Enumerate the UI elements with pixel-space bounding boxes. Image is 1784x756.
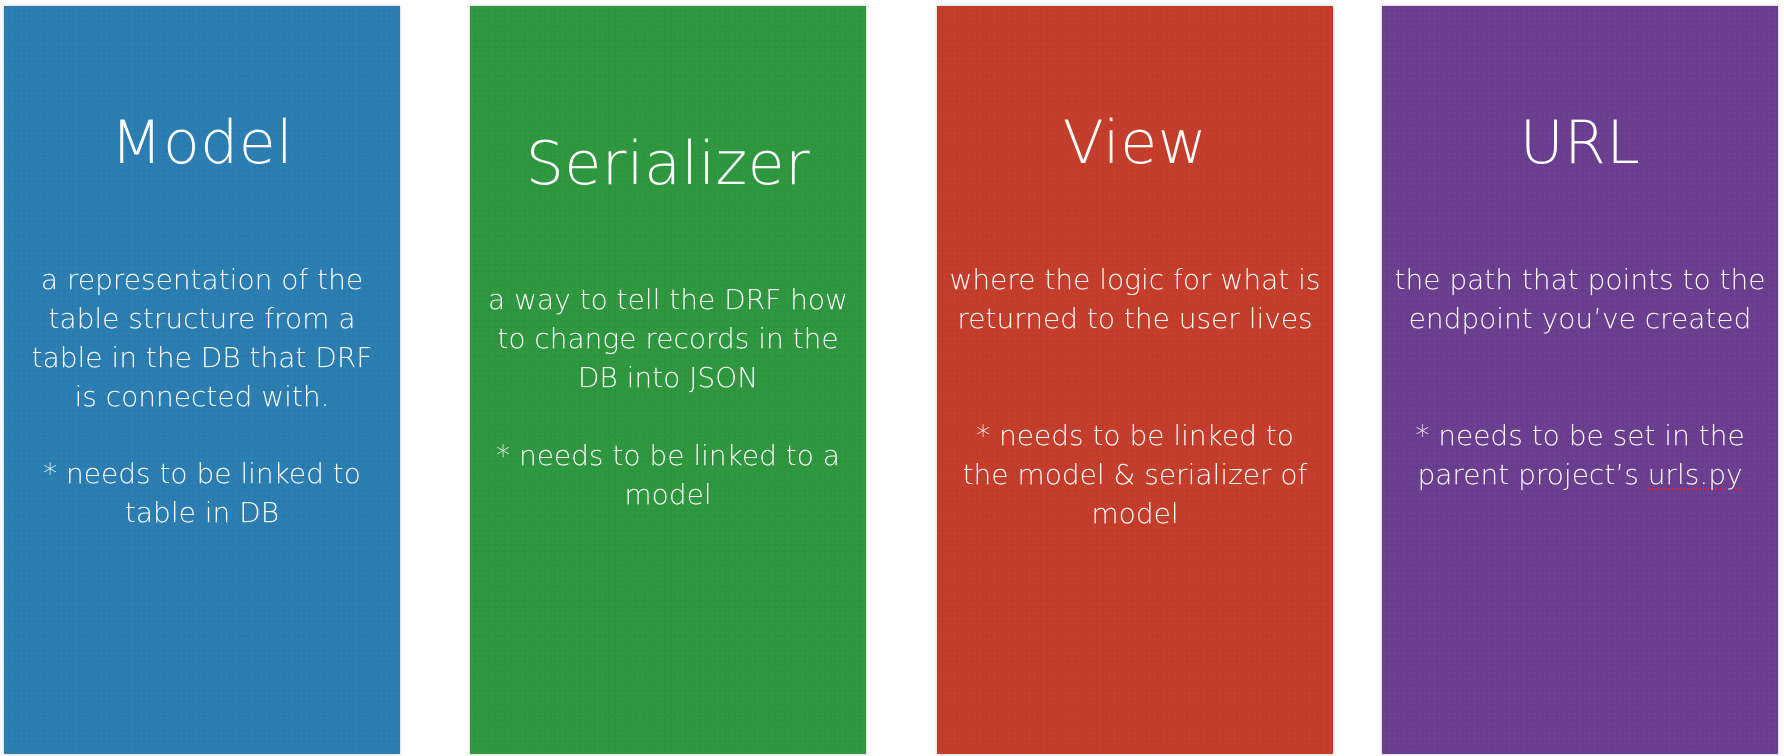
card-note: * needs to be linked to a model [496, 439, 840, 511]
card-description: the path that points to the endpoint you… [1394, 263, 1766, 335]
card-model: Model a representation of the table stru… [4, 6, 400, 754]
file-name: urls.py [1647, 458, 1743, 491]
card-title: View [1062, 108, 1208, 178]
card-title: URL [1519, 108, 1641, 178]
card-serializer: Serializer a way to tell the DRF how to … [470, 6, 866, 754]
card-note: * needs to be set in the parent project’… [1394, 416, 1766, 494]
card-view: View where the logic for what is returne… [937, 6, 1333, 754]
card-title: Serializer [525, 129, 811, 199]
card-url: URL the path that points to the endpoint… [1382, 6, 1778, 754]
card-description: a way to tell the DRF how to change reco… [488, 283, 848, 394]
card-description: a representation of the table structure … [31, 263, 373, 413]
card-note: * needs to be linked to the model & seri… [962, 419, 1308, 530]
card-description: where the logic for what is returned to … [949, 263, 1321, 335]
card-note: * needs to be linked to table in DB [43, 457, 361, 529]
card-title: Model [110, 108, 294, 178]
